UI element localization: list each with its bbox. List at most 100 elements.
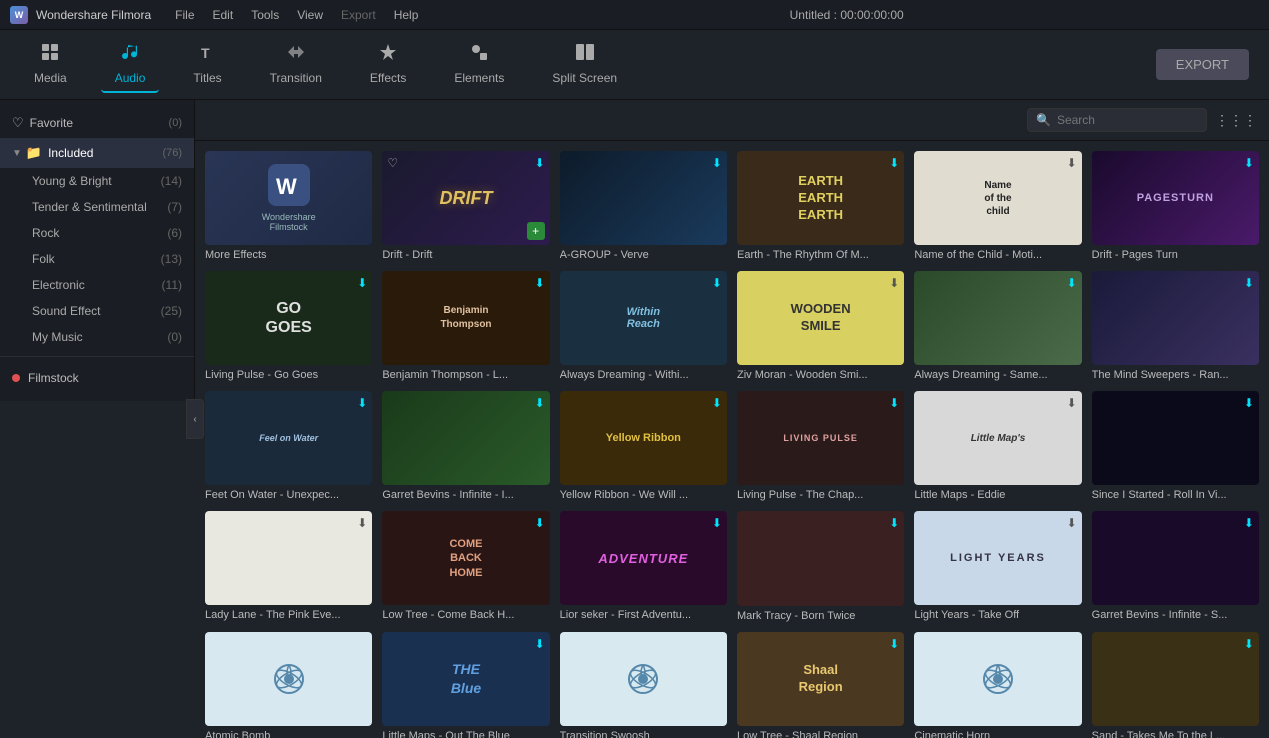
menu-export[interactable]: Export — [333, 6, 384, 24]
grid-item-feet[interactable]: Feel on Water ⬇ Feet On Water - Unexpec.… — [205, 391, 372, 501]
sidebar-item-folk[interactable]: Folk (13) — [0, 246, 194, 272]
atomic-label: Atomic Bomb — [205, 730, 372, 738]
littlemaps2-label: Little Maps - Out The Blue — [382, 730, 549, 738]
grid-item-lowtree2[interactable]: ShaalRegion ⬇ Low Tree - Shaal Region — [737, 632, 904, 738]
pages-label: Drift - Pages Turn — [1092, 249, 1259, 261]
toolbar-media[interactable]: Media — [20, 36, 81, 93]
toolbar: Media Audio T Titles Transition Effects … — [0, 30, 1269, 100]
download-badge: ⬇ — [535, 516, 545, 530]
content-area: 🔍 ⋮⋮⋮ W WondershareFilmstock Mo — [195, 100, 1269, 738]
grid-item-agroup[interactable]: ⬇ A-GROUP - Verve — [560, 151, 727, 261]
sincestarted-label: Since I Started - Roll In Vi... — [1092, 489, 1259, 501]
sidebar-item-rock[interactable]: Rock (6) — [0, 220, 194, 246]
grid-item-garret2[interactable]: ⬇ Garret Bevins - Infinite - S... — [1092, 511, 1259, 621]
heart-icon: ♡ — [12, 115, 24, 131]
grid-item-samedreaming[interactable]: ⬇ Always Dreaming - Same... — [914, 271, 1081, 381]
more-effects-label: More Effects — [205, 249, 372, 261]
sand-label: Sand - Takes Me To the L... — [1092, 730, 1259, 738]
sidebar-collapse-button[interactable]: ‹ — [186, 399, 204, 439]
toolbar-effects-label: Effects — [370, 71, 406, 85]
download-badge: ⬇ — [535, 637, 545, 651]
grid-item-marktracy[interactable]: ⬇ Mark Tracy - Born Twice — [737, 511, 904, 621]
grid-item-cinematic[interactable]: Cinematic Horn — [914, 632, 1081, 738]
nameofchild-label: Name of the Child - Moti... — [914, 249, 1081, 261]
toolbar-media-label: Media — [34, 71, 67, 85]
grid-item-transitionswoosh[interactable]: Transition Swoosh — [560, 632, 727, 738]
grid-item-littlemaps2[interactable]: THEBlue ⬇ Little Maps - Out The Blue — [382, 632, 549, 738]
favorite-count: (0) — [169, 117, 182, 129]
grid-item-lightyears[interactable]: LIGHT YEARS ⬇ Light Years - Take Off — [914, 511, 1081, 621]
grid-item-littlemaps[interactable]: Little Map's ⬇ Little Maps - Eddie — [914, 391, 1081, 501]
add-badge[interactable]: + — [527, 222, 545, 240]
download-badge: ⬇ — [712, 276, 722, 290]
grid-item-drift[interactable]: DRIFT ♡ ⬇ + Drift - Drift — [382, 151, 549, 261]
grid-item-pages[interactable]: PAGESTURN ⬇ Drift - Pages Turn — [1092, 151, 1259, 261]
lightyears-label: Light Years - Take Off — [914, 609, 1081, 621]
download-badge: ⬇ — [1244, 156, 1254, 170]
yellow-label: Yellow Ribbon - We Will ... — [560, 489, 727, 501]
grid-item-ladylane[interactable]: ⬇ Lady Lane - The Pink Eve... — [205, 511, 372, 621]
grid-item-gogo[interactable]: GOGOES ⬇ Living Pulse - Go Goes — [205, 271, 372, 381]
sidebar-item-electronic[interactable]: Electronic (11) — [0, 272, 194, 298]
grid-item-lior[interactable]: ADVENTURE ⬇ Lior seker - First Adventu..… — [560, 511, 727, 621]
littlemaps-label: Little Maps - Eddie — [914, 489, 1081, 501]
toolbar-audio[interactable]: Audio — [101, 36, 160, 93]
grid-item-livingpulse2[interactable]: LIVING PULSE ⬇ Living Pulse - The Chap..… — [737, 391, 904, 501]
grid-item-within[interactable]: WithinReach ⬇ Always Dreaming - Withi... — [560, 271, 727, 381]
samedreaming-label: Always Dreaming - Same... — [914, 369, 1081, 381]
sidebar-item-tender[interactable]: Tender & Sentimental (7) — [0, 194, 194, 220]
grid-item-minsweepers[interactable]: ⬇ The Mind Sweepers - Ran... — [1092, 271, 1259, 381]
search-bar: 🔍 — [1027, 108, 1207, 132]
download-badge: ⬇ — [889, 516, 899, 530]
lowtree2-label: Low Tree - Shaal Region — [737, 730, 904, 738]
sidebar-item-included[interactable]: ▼ 📁 Included (76) — [0, 138, 194, 168]
grid-item-nameofchild[interactable]: Nameof thechild ⬇ Name of the Child - Mo… — [914, 151, 1081, 261]
tender-label: Tender & Sentimental — [32, 200, 147, 214]
grid-item-wooden[interactable]: WOODENSMILE ⬇ Ziv Moran - Wooden Smi... — [737, 271, 904, 381]
menubar: File Edit Tools View Export Help — [167, 6, 426, 24]
toolbar-effects[interactable]: Effects — [356, 36, 420, 93]
download-badge: ⬇ — [357, 396, 367, 410]
sidebar-item-young-bright[interactable]: Young & Bright (14) — [0, 168, 194, 194]
grid-item-more-effects[interactable]: W WondershareFilmstock More Effects — [205, 151, 372, 261]
menu-help[interactable]: Help — [386, 6, 427, 24]
grid-item-atomic[interactable]: Atomic Bomb — [205, 632, 372, 738]
sidebar-item-my-music[interactable]: My Music (0) — [0, 324, 194, 350]
within-label: Always Dreaming - Withi... — [560, 369, 727, 381]
grid-item-yellow[interactable]: Yellow Ribbon ⬇ Yellow Ribbon - We Will … — [560, 391, 727, 501]
download-badge: ⬇ — [535, 396, 545, 410]
effects-icon — [378, 42, 398, 67]
menu-edit[interactable]: Edit — [205, 6, 242, 24]
menu-tools[interactable]: Tools — [243, 6, 287, 24]
grid-item-sincestarted[interactable]: ⬇ Since I Started - Roll In Vi... — [1092, 391, 1259, 501]
grid-item-earth[interactable]: EARTHEARTHEARTH ⬇ Earth - The Rhythm Of … — [737, 151, 904, 261]
svg-text:W: W — [276, 174, 297, 199]
electronic-label: Electronic — [32, 278, 85, 292]
grid-item-lowtree[interactable]: COMEBACKHOME ⬇ Low Tree - Come Back H... — [382, 511, 549, 621]
sidebar-item-filmstock[interactable]: Filmstock — [0, 363, 194, 393]
download-badge: ⬇ — [535, 276, 545, 290]
grid-item-garret[interactable]: ⬇ Garret Bevins - Infinite - I... — [382, 391, 549, 501]
download-badge: ⬇ — [1244, 516, 1254, 530]
menu-view[interactable]: View — [289, 6, 331, 24]
app-name: Wondershare Filmora — [36, 8, 151, 22]
wooden-label: Ziv Moran - Wooden Smi... — [737, 369, 904, 381]
toolbar-splitscreen-label: Split Screen — [552, 71, 617, 85]
toolbar-elements-label: Elements — [454, 71, 504, 85]
search-input[interactable] — [1057, 113, 1198, 127]
export-button[interactable]: EXPORT — [1156, 49, 1249, 80]
filmstock-dot — [12, 374, 20, 382]
toolbar-splitscreen[interactable]: Split Screen — [538, 36, 631, 93]
toolbar-transition[interactable]: Transition — [256, 36, 336, 93]
grid-view-icon[interactable]: ⋮⋮⋮ — [1215, 112, 1257, 129]
toolbar-elements[interactable]: Elements — [440, 36, 518, 93]
grid-item-benjamin[interactable]: BenjaminThompson ⬇ Benjamin Thompson - L… — [382, 271, 549, 381]
sidebar-item-favorite[interactable]: ♡ Favorite (0) — [0, 108, 194, 138]
toolbar-titles[interactable]: T Titles — [179, 36, 235, 93]
download-badge: ⬇ — [712, 516, 722, 530]
sidebar-item-sound-effect[interactable]: Sound Effect (25) — [0, 298, 194, 324]
menu-file[interactable]: File — [167, 6, 202, 24]
heart-badge: ♡ — [387, 156, 398, 170]
lior-label: Lior seker - First Adventu... — [560, 609, 727, 621]
grid-item-sand[interactable]: ⬇ Sand - Takes Me To the L... — [1092, 632, 1259, 738]
